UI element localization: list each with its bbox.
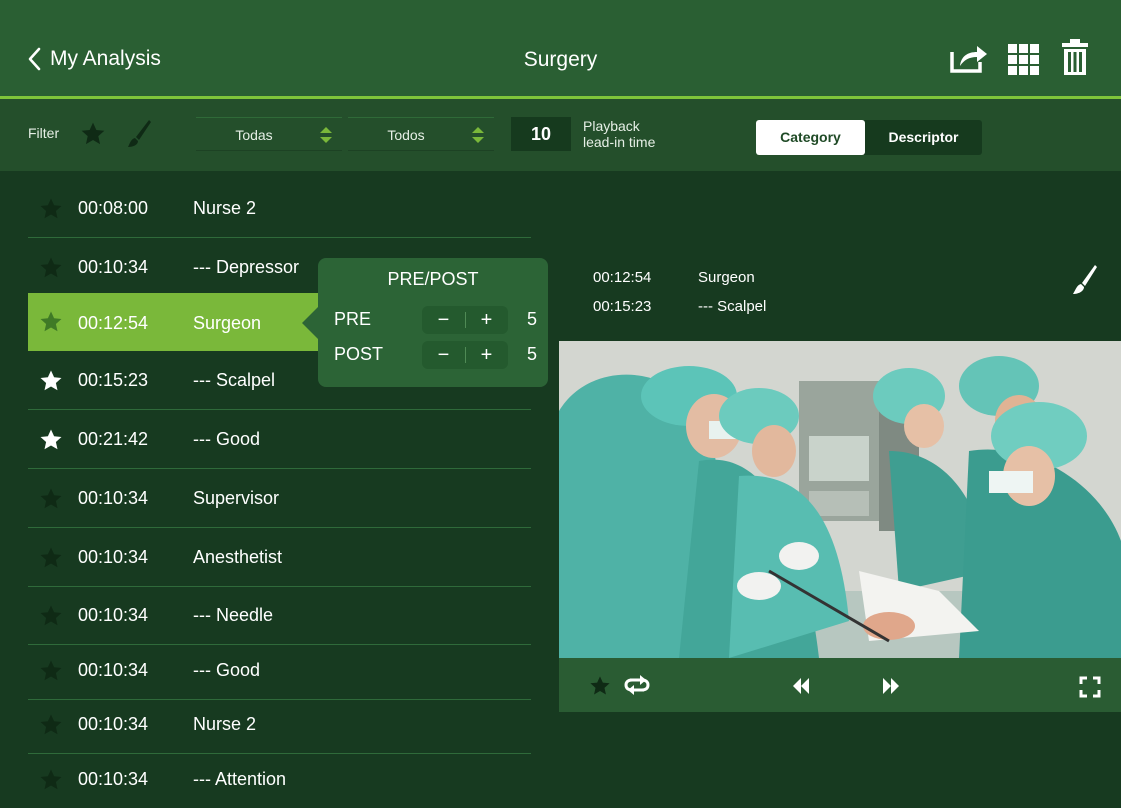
- app-header: My Analysis Surgery: [0, 0, 1121, 96]
- item-time: 00:15:23: [78, 370, 149, 390]
- item-time: 00:12:54: [78, 313, 149, 333]
- star-filter-icon[interactable]: [80, 121, 106, 147]
- item-time: 00:10:34: [78, 547, 149, 567]
- leadin-time-field[interactable]: 10: [511, 117, 571, 151]
- list-item[interactable]: 00:10:34 --- Attention: [28, 751, 531, 808]
- star-icon[interactable]: [39, 197, 63, 221]
- view-segmented-control: Category Descriptor: [756, 120, 982, 155]
- filter-toolbar: Filter Todas Todos 10 Playback lead-in t…: [0, 99, 1121, 171]
- pre-label: PRE: [334, 309, 372, 329]
- loop-icon[interactable]: [622, 674, 652, 696]
- list-item[interactable]: 00:10:34 Supervisor: [28, 470, 531, 528]
- popup-title: PRE/POST: [387, 269, 479, 289]
- star-icon[interactable]: [39, 487, 63, 511]
- item-time: 00:10:34: [78, 605, 149, 625]
- list-item[interactable]: 00:08:00 Nurse 2: [28, 180, 531, 238]
- detail-label: Surgeon: [698, 269, 755, 286]
- pre-plus-button[interactable]: +: [465, 306, 508, 334]
- star-icon[interactable]: [39, 604, 63, 628]
- item-label: --- Scalpel: [193, 370, 276, 390]
- post-minus-button[interactable]: −: [422, 341, 465, 369]
- share-icon[interactable]: [949, 42, 989, 74]
- rewind-icon[interactable]: [792, 677, 810, 695]
- star-icon[interactable]: [39, 659, 63, 683]
- post-plus-button[interactable]: +: [465, 341, 508, 369]
- descriptor-select[interactable]: Todos: [348, 117, 494, 151]
- pre-value: 5: [527, 309, 538, 329]
- list-item[interactable]: 00:21:42 --- Good: [28, 411, 531, 469]
- item-time: 00:10:34: [78, 769, 149, 789]
- post-stepper: − +: [422, 341, 508, 369]
- star-icon[interactable]: [39, 768, 63, 792]
- list-item[interactable]: 00:10:34 Anesthetist: [28, 529, 531, 587]
- segment-category[interactable]: Category: [756, 120, 865, 155]
- playback-controls: [559, 658, 1121, 712]
- updown-arrow-icon: [472, 127, 484, 143]
- item-time: 00:10:34: [78, 660, 149, 680]
- item-time: 00:10:34: [78, 488, 149, 508]
- star-icon[interactable]: [39, 256, 63, 280]
- item-time: 00:10:34: [78, 714, 149, 734]
- category-select[interactable]: Todas: [196, 117, 342, 151]
- video-player[interactable]: [559, 341, 1121, 658]
- item-label: --- Good: [193, 429, 261, 449]
- popup-arrow: [302, 307, 318, 339]
- post-row: POST − + 5: [334, 341, 538, 369]
- item-time: 00:21:42: [78, 429, 149, 449]
- star-icon[interactable]: [39, 428, 63, 452]
- surgery-video-frame: [559, 341, 1121, 658]
- star-icon[interactable]: [39, 369, 63, 393]
- leadin-time-label: Playback lead-in time: [583, 118, 655, 150]
- post-label: POST: [334, 344, 384, 364]
- pre-row: PRE − + 5: [334, 306, 538, 334]
- item-label: Anesthetist: [193, 547, 283, 567]
- updown-arrow-icon: [320, 127, 332, 143]
- list-item[interactable]: 00:10:34 Nurse 2: [28, 696, 531, 754]
- brush-filter-icon[interactable]: [124, 119, 152, 149]
- brush-icon[interactable]: [1070, 264, 1098, 296]
- star-icon[interactable]: [39, 310, 63, 334]
- fast-forward-icon[interactable]: [882, 677, 900, 695]
- post-value: 5: [527, 344, 538, 364]
- descriptor-select-value: Todos: [387, 127, 425, 143]
- item-label: --- Depressor: [193, 257, 300, 277]
- leadin-label-line1: Playback: [583, 118, 640, 134]
- star-icon[interactable]: [589, 675, 611, 697]
- item-label: Surgeon: [193, 313, 262, 333]
- detail-label: --- Scalpel: [698, 298, 767, 315]
- detail-time: 00:12:54: [593, 269, 652, 286]
- item-time: 00:10:34: [78, 257, 149, 277]
- item-label: Supervisor: [193, 488, 280, 508]
- detail-time: 00:15:23: [593, 298, 652, 315]
- grid-icon[interactable]: [1008, 44, 1040, 75]
- pre-post-popup: PRE/POST PRE − + 5 POST − + 5: [318, 258, 548, 387]
- star-icon[interactable]: [39, 546, 63, 570]
- item-label: Nurse 2: [193, 714, 257, 734]
- pre-stepper: − +: [422, 306, 508, 334]
- list-item[interactable]: 00:10:34 --- Good: [28, 642, 531, 700]
- fullscreen-icon[interactable]: [1079, 676, 1101, 698]
- filter-label: Filter: [28, 125, 60, 141]
- star-icon[interactable]: [39, 713, 63, 737]
- list-item[interactable]: 00:10:34 --- Needle: [28, 587, 531, 645]
- item-time: 00:08:00: [78, 198, 149, 218]
- leadin-label-line2: lead-in time: [583, 134, 656, 150]
- item-label: --- Needle: [193, 605, 274, 625]
- item-label: Nurse 2: [193, 198, 257, 218]
- category-select-value: Todas: [235, 127, 273, 143]
- item-label: --- Good: [193, 660, 261, 680]
- trash-icon[interactable]: [1062, 39, 1088, 75]
- pre-minus-button[interactable]: −: [422, 306, 465, 334]
- segment-descriptor[interactable]: Descriptor: [865, 120, 982, 155]
- item-label: --- Attention: [193, 769, 287, 789]
